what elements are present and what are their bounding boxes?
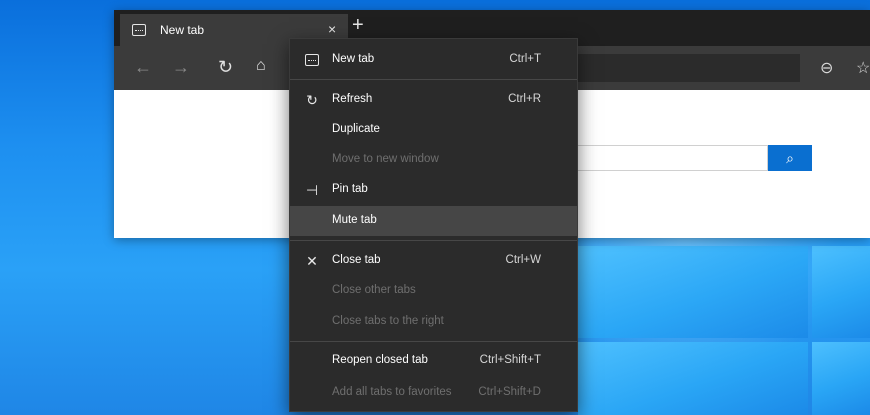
menu-item-pin-tab[interactable]: ⊣ Pin tab [290,175,577,205]
menu-separator [290,79,577,80]
menu-item-move-to-new-window[interactable]: Move to new window [290,145,577,175]
menu-item-close-tab[interactable]: ✕ Close tab Ctrl+W [290,246,577,276]
menu-item-label: Pin tab [332,183,368,195]
desktop-logo-pane [578,246,808,338]
menu-item-label: Refresh [332,93,373,105]
forward-arrow-icon[interactable]: → [172,57,190,78]
menu-separator [290,240,577,241]
pin-icon: ⊣ [305,182,319,198]
address-bar[interactable] [560,54,800,82]
menu-item-close-other-tabs[interactable]: Close other tabs [290,276,577,306]
search-button[interactable]: ⌕ [768,145,812,171]
menu-item-reopen-closed-tab[interactable]: Reopen closed tab Ctrl+Shift+T [290,346,577,376]
search-icon: ⌕ [786,150,794,166]
menu-item-refresh[interactable]: ↻ Refresh Ctrl+R [290,85,577,115]
desktop-logo-pane [812,246,870,338]
tab-context-menu: New tab Ctrl+T ↻ Refresh Ctrl+R Duplicat… [289,38,578,412]
zoom-out-icon[interactable]: ⊖ [820,58,833,78]
menu-item-label: Close tabs to the right [332,315,444,327]
home-icon[interactable]: ⌂ [256,57,266,75]
tab-icon [305,54,319,66]
refresh-icon[interactable]: ↻ [218,57,233,78]
menu-item-label: Mute tab [332,214,377,226]
close-icon[interactable]: × [328,21,336,37]
refresh-icon: ↻ [306,92,318,108]
menu-item-label: Add all tabs to favorites [332,386,452,398]
favorite-star-icon[interactable]: ☆ [856,58,870,78]
menu-item-shortcut: Ctrl+Shift+D [478,386,541,398]
desktop-logo-pane [578,342,808,415]
menu-item-shortcut: Ctrl+R [508,93,541,105]
menu-item-label: Reopen closed tab [332,354,428,366]
menu-item-mute-tab[interactable]: Mute tab [290,206,577,236]
tab-page-icon [132,24,146,36]
menu-item-label: New tab [332,53,375,65]
menu-item-label: Close tab [332,254,381,266]
menu-item-new-tab[interactable]: New tab Ctrl+T [290,45,577,75]
menu-item-shortcut: Ctrl+Shift+T [479,354,541,366]
close-icon: ✕ [306,253,318,269]
menu-item-label: Move to new window [332,153,439,165]
menu-item-label: Close other tabs [332,284,416,296]
back-arrow-icon[interactable]: ← [134,57,152,78]
menu-item-label: Duplicate [332,123,380,135]
menu-item-shortcut: Ctrl+W [505,254,541,266]
menu-separator [290,341,577,342]
menu-item-add-all-to-favorites[interactable]: Add all tabs to favorites Ctrl+Shift+D [290,378,577,408]
menu-item-shortcut: Ctrl+T [509,53,541,65]
menu-item-close-tabs-right[interactable]: Close tabs to the right [290,307,577,337]
desktop-logo-pane [812,342,870,415]
new-tab-button[interactable]: + [352,14,364,37]
tab-title: New tab [160,23,205,37]
menu-item-duplicate[interactable]: Duplicate [290,115,577,145]
